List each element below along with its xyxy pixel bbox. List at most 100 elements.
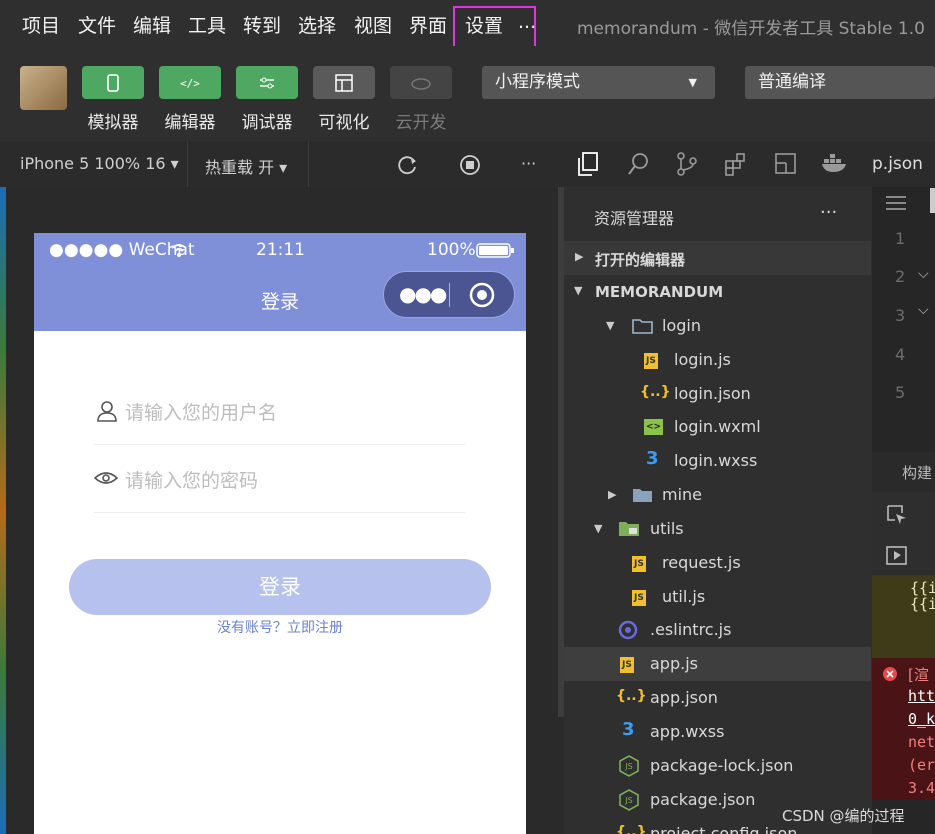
menu-view[interactable]: 视图 <box>354 11 392 38</box>
explorer-title: 资源管理器 <box>594 209 675 228</box>
node-json-icon: JS <box>619 789 639 811</box>
json-file-icon: {..} <box>640 384 671 400</box>
project-section[interactable]: ▼ MEMORANDUM <box>564 275 871 309</box>
wxml-file-icon: <> <box>644 419 664 435</box>
menu-file[interactable]: 文件 <box>78 11 116 38</box>
tree-item-login-wxml[interactable]: <> login.wxml <box>564 410 871 444</box>
menu-goto[interactable]: 转到 <box>243 11 281 38</box>
open-editors-section[interactable]: ▶ 打开的编辑器 <box>564 241 871 275</box>
tree-item-login-wxss[interactable]: 3 login.wxss <box>564 444 871 478</box>
tree-item-eslintrc[interactable]: .eslintrc.js <box>564 613 871 647</box>
debugger-label: 调试器 <box>241 113 293 133</box>
line-number: 3 <box>895 306 906 325</box>
project-label: MEMORANDUM <box>595 283 724 301</box>
username-field[interactable]: 请输入您的用户名 <box>94 378 465 445</box>
inspect-cursor-icon[interactable] <box>886 504 908 526</box>
folder-open-icon <box>619 522 639 536</box>
simulator-more[interactable]: ··· <box>521 154 536 173</box>
line-number: 4 <box>895 345 906 364</box>
build-tab-label: 构建 <box>902 464 933 482</box>
menu-tools[interactable]: 工具 <box>188 11 226 38</box>
tree-label: project.config.json <box>650 824 798 834</box>
visual-label: 可视化 <box>318 113 370 133</box>
svg-text:JS: JS <box>624 762 632 771</box>
tree-item-app-json[interactable]: {..} app.json <box>564 681 871 715</box>
simulator-button[interactable] <box>82 66 144 99</box>
docker-icon[interactable] <box>820 151 850 177</box>
tree-item-login-js[interactable]: JS login.js <box>564 343 871 377</box>
editor-button[interactable]: </> <box>159 66 221 99</box>
menu-edit[interactable]: 编辑 <box>133 11 171 38</box>
source-control-icon[interactable] <box>675 151 699 177</box>
tree-item-login[interactable]: ▼ login <box>564 309 871 343</box>
fold-chevron-icon[interactable]: ⌵ <box>918 266 929 282</box>
chevron-down-icon: ▼ <box>688 76 697 89</box>
chevron-down-icon: ▼ <box>594 522 603 535</box>
search-icon[interactable] <box>626 151 652 177</box>
layout-icon <box>335 73 353 92</box>
tree-item-util-js[interactable]: JS util.js <box>564 580 871 614</box>
visual-button[interactable] <box>313 66 375 99</box>
folder-open-icon <box>632 319 653 334</box>
tree-item-package-lock[interactable]: JS package-lock.json <box>564 749 871 783</box>
menu-interface[interactable]: 界面 <box>409 11 447 38</box>
tree-item-login-json[interactable]: {..} login.json <box>564 377 871 411</box>
tree-label: request.js <box>662 553 741 572</box>
build-tab[interactable]: 构建 <box>872 452 935 492</box>
eye-icon <box>94 472 118 484</box>
cloud-button[interactable] <box>390 66 452 99</box>
hot-reload-select[interactable]: 热重载 开 ▾ <box>205 154 287 178</box>
tree-item-request-js[interactable]: JS request.js <box>564 546 871 580</box>
menu-project[interactable]: 项目 <box>22 11 60 38</box>
extensions-icon[interactable] <box>723 151 749 177</box>
tree-item-app-wxss[interactable]: 3 app.wxss <box>564 715 871 749</box>
wxss-file-icon: 3 <box>622 719 635 740</box>
chevron-right-icon: ▶ <box>608 488 617 501</box>
avatar[interactable] <box>20 66 67 110</box>
editor-scroll-indicator <box>930 188 935 213</box>
register-link[interactable]: 没有账号？立即注册 <box>34 617 526 637</box>
fold-chevron-icon[interactable]: ⌵ <box>918 302 929 318</box>
user-icon <box>97 401 117 422</box>
error-icon <box>883 667 897 681</box>
play-panel-icon[interactable] <box>886 546 908 566</box>
menu-select[interactable]: 选择 <box>298 11 336 38</box>
mode-select[interactable]: 小程序模式 ▼ <box>482 66 715 99</box>
chevron-down-icon: ▼ <box>606 319 615 332</box>
error-link[interactable]: htt <box>908 687 935 705</box>
tree-label: login.wxss <box>674 451 758 470</box>
close-mini-program-icon[interactable] <box>469 282 495 308</box>
password-field[interactable]: 请输入您的密码 <box>94 446 465 513</box>
tree-label: login <box>662 316 701 335</box>
divider <box>308 141 309 187</box>
tree-label: app.js <box>650 654 698 673</box>
login-button[interactable]: 登录 <box>69 559 491 615</box>
tree-item-utils[interactable]: ▼ utils <box>564 512 871 546</box>
more-dots-icon[interactable]: ●●● <box>399 282 447 306</box>
tree-label: login.json <box>674 384 751 403</box>
outline-icon[interactable] <box>773 151 799 177</box>
stop-icon[interactable] <box>459 154 481 176</box>
explorer-more[interactable]: ··· <box>820 202 837 223</box>
editor-tab-label: p.json <box>872 154 923 174</box>
error-text: [渲 <box>908 666 929 684</box>
battery-icon <box>476 243 514 258</box>
tree-label: app.json <box>650 688 718 707</box>
refresh-icon[interactable] <box>397 154 419 176</box>
simulator-label: 模拟器 <box>87 113 139 133</box>
console-warning: {{i {{i <box>872 575 935 658</box>
warning-text: {{i <box>910 595 935 613</box>
compile-select[interactable]: 普通编译 <box>745 66 935 99</box>
editor-tab[interactable]: p.json <box>872 141 935 187</box>
debugger-button[interactable] <box>236 66 298 99</box>
tree-item-app-js[interactable]: JS app.js <box>564 647 871 681</box>
error-link[interactable]: 0_k <box>908 710 935 728</box>
js-file-icon: JS <box>644 353 658 369</box>
phone-icon <box>107 73 119 92</box>
device-select[interactable]: iPhone 5 100% 16 ▾ <box>20 154 179 173</box>
tree-item-mine[interactable]: ▶ mine <box>564 478 871 512</box>
console-toolbar <box>872 492 935 575</box>
list-icon[interactable] <box>884 193 908 213</box>
files-icon[interactable] <box>576 151 600 177</box>
chevron-right-icon: ▶ <box>575 250 584 263</box>
